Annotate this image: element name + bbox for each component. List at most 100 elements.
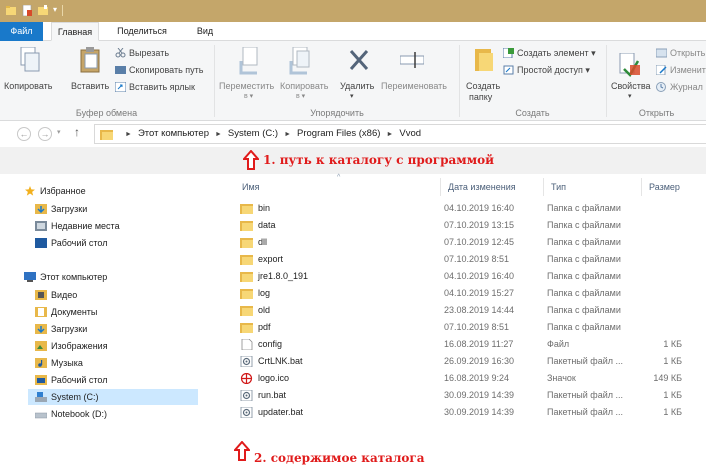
nav-this-pc[interactable]: Этот компьютер — [24, 269, 107, 285]
file-date: 07.10.2019 8:51 — [444, 322, 510, 332]
file-row[interactable]: log 04.10.2019 15:27 Папка с файлами — [234, 285, 706, 302]
new-group-label: Создать — [515, 108, 550, 118]
move-to-button[interactable]: Переместить — [219, 81, 274, 91]
breadcrumb-this-pc[interactable]: Этот компьютер — [138, 128, 209, 139]
file-row[interactable]: updater.bat 30.09.2019 14:39 Пакетный файл… — [234, 404, 706, 421]
file-name: CrtLNK.bat — [258, 356, 303, 366]
copy-button[interactable]: Копировать — [4, 81, 52, 91]
title-separator — [62, 5, 63, 16]
file-row[interactable]: jre1.8.0_191 04.10.2019 16:40 Папка с файл… — [234, 268, 706, 285]
file-size: 1 КБ — [663, 407, 682, 417]
tab-view[interactable]: Вид — [190, 22, 220, 41]
file-row[interactable]: export 07.10.2019 8:51 Папка с файлами — [234, 251, 706, 268]
properties-icon[interactable] — [22, 5, 32, 16]
nav-pc-desktop[interactable]: Рабочий стол — [35, 372, 108, 388]
new-folder-icon[interactable] — [38, 5, 48, 16]
file-name: updater.bat — [258, 407, 304, 417]
file-name: logo.ico — [258, 373, 290, 383]
open-button[interactable]: Открыть — [656, 46, 705, 60]
up-button[interactable]: ↑ — [74, 125, 80, 139]
breadcrumb-program-files[interactable]: Program Files (x86) — [297, 128, 380, 139]
properties-dropdown-icon[interactable]: ▾ — [628, 92, 632, 100]
breadcrumb-separator-icon: ► — [125, 131, 132, 138]
tab-share[interactable]: Поделиться — [107, 22, 177, 41]
recent-locations-dropdown[interactable]: ▾ — [57, 128, 61, 136]
edit-icon — [656, 65, 667, 75]
file-type: Папка с файлами — [547, 254, 621, 264]
file-name: bin — [258, 203, 271, 213]
tab-file[interactable]: Файл — [0, 22, 43, 41]
file-row[interactable]: old 23.08.2019 14:44 Папка с файлами — [234, 302, 706, 319]
new-item-button[interactable]: Создать элемент ▾ — [503, 46, 596, 60]
folder-icon — [240, 255, 253, 265]
nav-pc-videos[interactable]: Видео — [35, 287, 77, 303]
edit-button[interactable]: Изменить — [656, 63, 706, 77]
open-icon — [656, 48, 667, 58]
history-button[interactable]: Журнал — [656, 80, 703, 94]
nav-pc-downloads[interactable]: Загрузки — [35, 321, 87, 337]
file-row[interactable]: bin 04.10.2019 16:40 Папка с файлами — [234, 200, 706, 217]
copy-to-dropdown[interactable]: в ▾ — [296, 92, 305, 100]
rename-button[interactable]: Переименовать — [381, 81, 447, 91]
breadcrumb-system-c[interactable]: System (C:) — [228, 128, 278, 139]
copy-icon — [20, 47, 40, 72]
address-field[interactable]: ► Этот компьютер ► System (C:) ► Program File… — [94, 124, 706, 144]
file-row[interactable]: dll 07.10.2019 12:45 Папка с файлами — [234, 234, 706, 251]
delete-button[interactable]: Удалить — [340, 81, 374, 91]
delete-dropdown-icon[interactable]: ▾ — [350, 92, 354, 100]
breadcrumb-separator-icon: ► — [214, 131, 222, 138]
forward-button[interactable]: → — [38, 127, 52, 141]
file-type: Значок — [547, 373, 576, 383]
nav-pc-system-c[interactable]: System (C:) — [28, 389, 198, 405]
file-date: 16.08.2019 9:24 — [444, 373, 510, 383]
properties-button[interactable]: Свойства — [611, 81, 651, 91]
file-row[interactable]: config 16.08.2019 11:27 Файл 1 КБ — [234, 336, 706, 353]
paste-shortcut-button[interactable]: Вставить ярлык — [115, 80, 195, 94]
star-icon — [25, 186, 35, 196]
pictures-folder-icon — [35, 341, 47, 351]
column-header-name[interactable]: Имя — [242, 182, 260, 192]
nav-favorites-recent[interactable]: Недавние места — [35, 218, 120, 234]
properties-icon — [619, 53, 640, 78]
column-header-size[interactable]: Размер — [649, 182, 680, 192]
file-name: export — [258, 254, 284, 264]
easy-access-button[interactable]: Простой доступ ▾ — [503, 63, 590, 77]
file-row[interactable]: data 07.10.2019 13:15 Папка с файлами — [234, 217, 706, 234]
breadcrumb-vvod[interactable]: Vvod — [399, 128, 421, 139]
column-separator[interactable] — [440, 178, 441, 196]
copy-to-button[interactable]: Копировать — [280, 81, 328, 91]
nav-pc-notebook-d[interactable]: Notebook (D:) — [35, 406, 107, 422]
file-row[interactable]: run.bat 30.09.2019 14:39 Пакетный файл ...… — [234, 387, 706, 404]
system-drive-icon — [35, 392, 47, 402]
file-size: 149 КБ — [653, 373, 682, 383]
nav-favorites[interactable]: Избранное — [24, 183, 86, 199]
new-item-icon — [503, 48, 514, 58]
folder-icon — [240, 306, 253, 316]
column-header-type[interactable]: Тип — [551, 182, 566, 192]
delete-icon — [349, 50, 369, 70]
column-header-date[interactable]: Дата изменения — [448, 182, 516, 192]
quick-access-dropdown[interactable]: ▾ — [53, 5, 57, 14]
nav-favorites-desktop[interactable]: Рабочий стол — [35, 235, 108, 251]
column-separator[interactable] — [641, 178, 642, 196]
new-folder-button[interactable]: Создать — [466, 81, 500, 91]
paste-button[interactable]: Вставить — [71, 81, 109, 91]
file-row[interactable]: logo.ico 16.08.2019 9:24 Значок 149 КБ — [234, 370, 706, 387]
back-button[interactable]: ← — [17, 127, 31, 141]
videos-folder-icon — [35, 290, 47, 300]
nav-favorites-downloads[interactable]: Загрузки — [35, 201, 87, 217]
cut-button[interactable]: Вырезать — [115, 46, 169, 60]
documents-folder-icon — [35, 307, 47, 317]
file-type: Папка с файлами — [547, 288, 621, 298]
nav-pc-pictures[interactable]: Изображения — [35, 338, 108, 354]
nav-pc-music[interactable]: Музыка — [35, 355, 83, 371]
copy-path-button[interactable]: Скопировать путь — [115, 63, 203, 77]
column-separator[interactable] — [543, 178, 544, 196]
tab-home[interactable]: Главная — [51, 22, 99, 41]
move-to-dropdown[interactable]: в ▾ — [244, 92, 253, 100]
ribbon: Копировать Вставить Вырезать Скопировать… — [0, 41, 706, 121]
group-separator — [214, 45, 215, 117]
file-row[interactable]: pdf 07.10.2019 8:51 Папка с файлами — [234, 319, 706, 336]
nav-pc-documents[interactable]: Документы — [35, 304, 97, 320]
file-row[interactable]: CrtLNK.bat 26.09.2019 16:30 Пакетный файл … — [234, 353, 706, 370]
